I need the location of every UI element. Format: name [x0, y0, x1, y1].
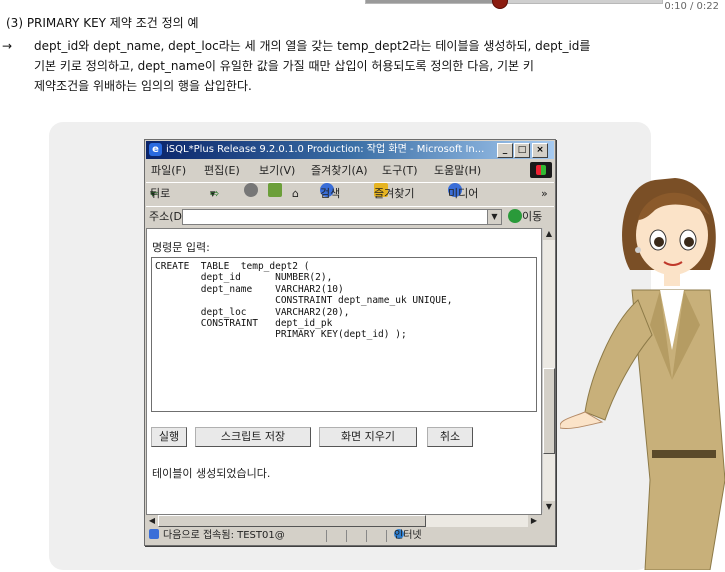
address-bar: 주소(D) ▼ 이동 [146, 206, 554, 227]
sql-text: CREATE TABLE temp_dept2 ( dept_id NUMBER… [155, 261, 453, 341]
address-input[interactable] [182, 209, 489, 225]
vertical-scrollbar[interactable]: ▲ ▼ [542, 228, 555, 513]
presenter-illustration [560, 178, 725, 570]
minimize-button[interactable]: _ [497, 143, 513, 158]
progress-track[interactable] [365, 0, 663, 9]
section-heading: (3) PRIMARY KEY 제약 조건 정의 예 [6, 16, 199, 30]
desc-line-2: 기본 키로 정의하고, dept_name이 유일한 값을 가질 때만 삽입이 … [34, 59, 534, 73]
windows-logo-icon [530, 162, 552, 178]
toolbar: ⇦ 뒤로 ▾ ⇨ ▾ ⌂ 검색 즐겨찾기 미디어 » [146, 182, 554, 205]
address-label: 주소(D) [149, 210, 187, 223]
forward-button[interactable]: ⇨ ▾ [210, 183, 220, 205]
scroll-up-icon[interactable]: ▲ [543, 228, 555, 240]
refresh-icon [268, 183, 282, 197]
execute-button[interactable]: 실행 [151, 427, 187, 447]
result-message: 테이블이 생성되었습니다. [152, 467, 271, 480]
status-text: 다음으로 접속됨: TEST01@ [163, 530, 285, 541]
go-icon [508, 209, 522, 223]
sql-input[interactable]: CREATE TABLE temp_dept2 ( dept_id NUMBER… [151, 257, 537, 412]
horizontal-scroll-thumb[interactable] [158, 515, 426, 527]
go-button[interactable]: 이동 [508, 207, 542, 227]
window-title: iSQL*Plus Release 9.2.0.1.0 Production: … [166, 144, 485, 155]
menu-bar: 파일(F) 편집(E) 보기(V) 즐겨찾기(A) 도구(T) 도움말(H) [146, 161, 554, 180]
menu-tools[interactable]: 도구(T) [382, 161, 418, 180]
forward-arrow-icon: ⇨ [210, 187, 220, 200]
ie-icon: e [149, 143, 162, 156]
menu-favorites[interactable]: 즐겨찾기(A) [311, 161, 368, 180]
arrow-icon: → [2, 39, 13, 53]
vertical-scroll-thumb[interactable] [543, 368, 555, 454]
desc-line-1: → dept_id와 dept_name, dept_loc라는 세 개의 열을 … [2, 36, 708, 56]
menu-file[interactable]: 파일(F) [151, 161, 186, 180]
progress-handle[interactable] [492, 0, 509, 9]
command-label: 명령문 입력: [152, 241, 210, 254]
cancel-button[interactable]: 취소 [427, 427, 473, 447]
video-progress[interactable]: 0:10 / 0:22 [365, 0, 725, 16]
close-button[interactable]: × [532, 143, 548, 158]
toolbar-overflow[interactable]: » [541, 183, 548, 205]
home-icon: ⌂ [292, 187, 299, 200]
address-dropdown-icon[interactable]: ▼ [487, 209, 502, 225]
desc-line-3: 제약조건을 위배하는 임의의 행을 삽입한다. [34, 79, 252, 93]
back-button[interactable]: ⇦ 뒤로 ▾ [150, 183, 170, 205]
scroll-right-icon[interactable]: ▶ [528, 515, 540, 527]
lesson-description: → dept_id와 dept_name, dept_loc라는 세 개의 열을 … [2, 36, 708, 96]
scroll-down-icon[interactable]: ▼ [543, 501, 555, 513]
clear-screen-button[interactable]: 화면 지우기 [319, 427, 417, 447]
stop-icon [244, 183, 258, 197]
menu-view[interactable]: 보기(V) [259, 161, 295, 180]
status-bar: 다음으로 접속됨: TEST01@ 인터넷 [146, 529, 554, 543]
browser-window: e iSQL*Plus Release 9.2.0.1.0 Production… [144, 139, 556, 546]
save-script-button[interactable]: 스크립트 저장 [195, 427, 311, 447]
maximize-button[interactable]: □ [514, 143, 530, 158]
horizontal-scrollbar[interactable]: ◀ ▶ [146, 515, 540, 527]
time-readout: 0:10 / 0:22 [664, 1, 719, 12]
title-bar: e iSQL*Plus Release 9.2.0.1.0 Production… [146, 141, 554, 159]
scroll-left-icon[interactable]: ◀ [146, 515, 158, 527]
menu-edit[interactable]: 편집(E) [204, 161, 240, 180]
menu-help[interactable]: 도움말(H) [434, 161, 481, 180]
progress-fill [366, 0, 500, 3]
page-content: 명령문 입력: CREATE TABLE temp_dept2 ( dept_i… [146, 228, 542, 515]
